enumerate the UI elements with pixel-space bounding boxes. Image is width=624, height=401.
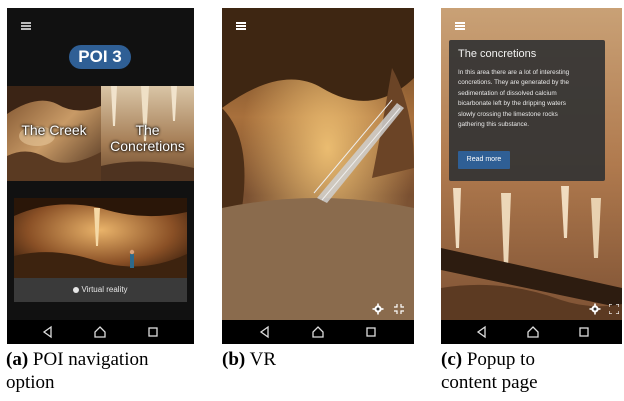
caption-c: (c) Popup to content page [441,348,538,394]
popup-title: The concretions [458,48,537,60]
caption-b: (b) VR [222,348,276,371]
virtual-reality-button[interactable]: Virtual reality [14,278,187,302]
vr-preview-photo[interactable] [14,198,187,278]
popup-body-line: bicarbonate left by the dripping waters [458,100,566,108]
recents-icon[interactable] [146,325,160,339]
recents-icon[interactable] [364,325,378,339]
gear-icon[interactable] [589,303,601,315]
virtual-reality-label: Virtual reality [81,285,128,294]
popup-body-line: gathering this substance. [458,121,530,129]
android-navigation-bar [222,320,414,344]
caption-c-line2: content page [441,372,538,393]
content-popup: The concretions In this area there are a… [449,40,605,181]
poi-title-badge: POI 3 [69,45,131,69]
popup-body-line: concretions. They are generated by the [458,79,570,87]
vr-headset-icon [73,286,80,293]
cave-preview-image [14,198,187,278]
home-icon[interactable] [93,325,107,339]
tile-label-creek: The Creek [21,122,87,138]
home-icon[interactable] [311,325,325,339]
tile-the-creek[interactable]: The Creek [7,86,101,181]
phone-poi-navigation: POI 3 The Creek The Concretions Virtual … [7,8,194,344]
popup-body-line: sedimentation of dissolved calcium [458,89,557,97]
fullscreen-icon[interactable] [609,304,619,314]
menu-icon[interactable] [21,22,31,30]
tile-label-concretions-line1: The [135,122,160,138]
popup-body-line: In this area there are a lot of interest… [458,69,570,76]
menu-icon[interactable] [455,22,465,30]
recents-icon[interactable] [577,325,591,339]
caption-c-line1: Popup to [466,349,535,370]
tile-label-concretions-line2: Concretions [110,138,185,154]
back-icon[interactable] [41,325,55,339]
caption-b-text: VR [249,349,277,370]
android-navigation-bar [441,320,622,344]
popup-body: In this area there are a lot of interest… [458,68,598,130]
caption-b-prefix: (b) [222,349,246,370]
phone-vr-view [222,8,414,344]
fullscreen-exit-icon[interactable] [394,304,404,314]
read-more-button[interactable]: Read more [458,151,510,169]
caption-a-prefix: (a) [6,349,29,370]
back-icon[interactable] [475,325,489,339]
caption-a-line2: option [6,372,55,393]
android-navigation-bar [7,320,194,344]
gear-icon[interactable] [372,303,384,315]
back-icon[interactable] [258,325,272,339]
vr-cave-panorama[interactable] [222,8,414,320]
home-icon[interactable] [526,325,540,339]
tile-the-concretions[interactable]: The Concretions [101,86,194,181]
menu-icon[interactable] [236,22,246,30]
caption-c-prefix: (c) [441,349,463,370]
caption-a: (a) POI navigation option [6,348,148,394]
tile-label-concretions: The Concretions [101,122,194,154]
phone-popup-content: The concretions In this area there are a… [441,8,622,344]
popup-body-line: slowly crossing the limestone rocks [458,110,558,118]
caption-a-line1: POI navigation [32,349,149,370]
